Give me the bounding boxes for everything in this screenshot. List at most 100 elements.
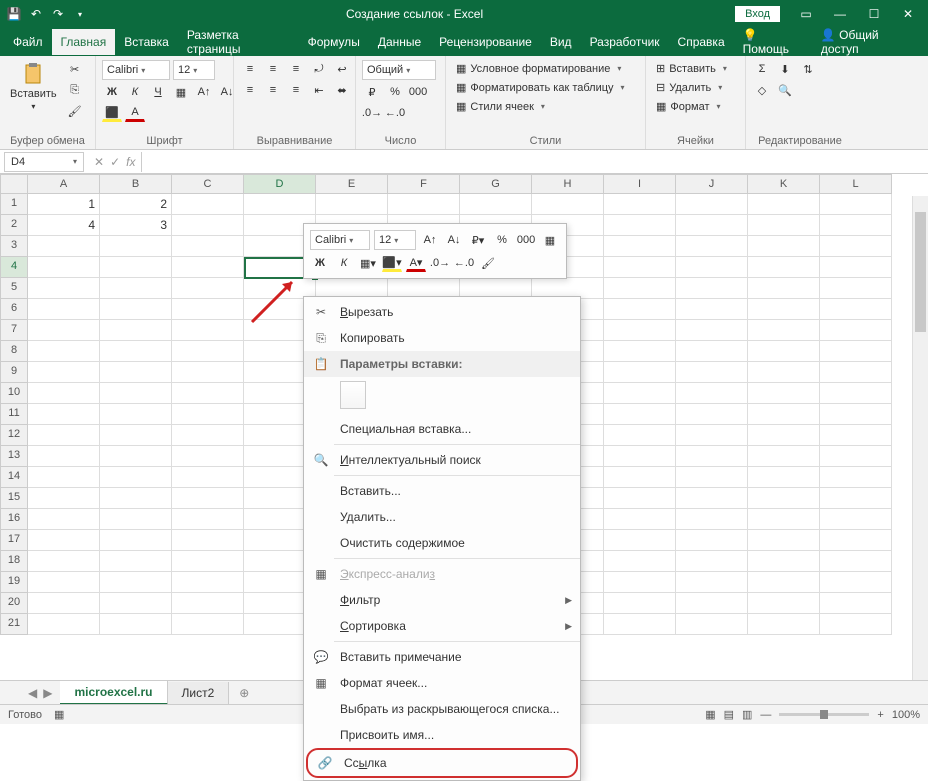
cell-J10[interactable] <box>676 383 748 404</box>
cell-J13[interactable] <box>676 446 748 467</box>
border-button[interactable]: ▦ <box>171 83 191 101</box>
cell-I19[interactable] <box>604 572 676 593</box>
cell-B2[interactable]: 3 <box>100 215 172 236</box>
cell-B21[interactable] <box>100 614 172 635</box>
cell-A13[interactable] <box>28 446 100 467</box>
menu-copy[interactable]: ⎘Копировать <box>304 325 580 351</box>
cell-I11[interactable] <box>604 404 676 425</box>
menu-smart-lookup[interactable]: 🔍Интеллектуальный поиск <box>304 447 580 473</box>
cell-K16[interactable] <box>748 509 820 530</box>
cell-C13[interactable] <box>172 446 244 467</box>
cell-C5[interactable] <box>172 278 244 299</box>
sign-in-button[interactable]: Вход <box>735 6 780 22</box>
cell-A12[interactable] <box>28 425 100 446</box>
menu-insert[interactable]: Вставить... <box>304 478 580 504</box>
row-header-8[interactable]: 8 <box>0 341 28 362</box>
conditional-formatting-button[interactable]: ▦ Условное форматирование ▾ <box>452 60 625 77</box>
mini-bold-icon[interactable]: Ж <box>310 254 330 272</box>
cell-L1[interactable] <box>820 194 892 215</box>
tab-help[interactable]: Справка <box>669 29 734 55</box>
vertical-scrollbar[interactable] <box>912 196 928 680</box>
sort-filter-icon[interactable]: ⇅ <box>798 60 818 78</box>
row-header-21[interactable]: 21 <box>0 614 28 635</box>
cell-J20[interactable] <box>676 593 748 614</box>
view-page-break-icon[interactable]: ▥ <box>742 708 752 721</box>
align-top-icon[interactable]: ≡ <box>240 60 260 78</box>
cell-L9[interactable] <box>820 362 892 383</box>
cell-L2[interactable] <box>820 215 892 236</box>
wrap-text-icon[interactable]: ↩ <box>332 60 352 78</box>
cell-A21[interactable] <box>28 614 100 635</box>
cell-J6[interactable] <box>676 299 748 320</box>
delete-cells-button[interactable]: ⊟ Удалить ▾ <box>652 79 726 96</box>
row-header-11[interactable]: 11 <box>0 404 28 425</box>
cell-L7[interactable] <box>820 320 892 341</box>
cell-C8[interactable] <box>172 341 244 362</box>
font-size-combo[interactable]: 12▾ <box>173 60 215 80</box>
cell-B12[interactable] <box>100 425 172 446</box>
cell-C20[interactable] <box>172 593 244 614</box>
zoom-in-icon[interactable]: + <box>877 709 883 721</box>
cell-L6[interactable] <box>820 299 892 320</box>
cell-J17[interactable] <box>676 530 748 551</box>
percent-icon[interactable]: % <box>385 83 405 101</box>
mini-comma-icon[interactable]: 000 <box>516 231 536 249</box>
align-center-icon[interactable]: ≡ <box>263 81 283 99</box>
cell-I13[interactable] <box>604 446 676 467</box>
col-header-E[interactable]: E <box>316 174 388 194</box>
col-header-I[interactable]: I <box>604 174 676 194</box>
cell-L11[interactable] <box>820 404 892 425</box>
cell-I3[interactable] <box>604 236 676 257</box>
cell-I16[interactable] <box>604 509 676 530</box>
menu-sort[interactable]: Сортировка▶ <box>304 613 580 639</box>
insert-cells-button[interactable]: ⊞ Вставить ▾ <box>652 60 731 77</box>
cell-C21[interactable] <box>172 614 244 635</box>
tab-nav-prev-icon[interactable]: ◀ <box>28 686 37 700</box>
cell-J21[interactable] <box>676 614 748 635</box>
align-left-icon[interactable]: ≡ <box>240 81 260 99</box>
cell-J5[interactable] <box>676 278 748 299</box>
cell-A11[interactable] <box>28 404 100 425</box>
cell-K2[interactable] <box>748 215 820 236</box>
format-as-table-button[interactable]: ▦ Форматировать как таблицу ▾ <box>452 79 629 96</box>
col-header-B[interactable]: B <box>100 174 172 194</box>
col-header-D[interactable]: D <box>244 174 316 194</box>
mini-shrink-font-icon[interactable]: A↓ <box>444 231 464 249</box>
cell-A20[interactable] <box>28 593 100 614</box>
cell-B14[interactable] <box>100 467 172 488</box>
mini-percent-icon[interactable]: % <box>492 231 512 249</box>
cell-K14[interactable] <box>748 467 820 488</box>
cell-styles-button[interactable]: ▦ Стили ячеек ▾ <box>452 98 549 115</box>
mini-italic-icon[interactable]: К <box>334 254 354 272</box>
cell-J4[interactable] <box>676 257 748 278</box>
row-header-4[interactable]: 4 <box>0 257 28 278</box>
tab-insert[interactable]: Вставка <box>115 29 178 55</box>
cell-A2[interactable]: 4 <box>28 215 100 236</box>
cell-C12[interactable] <box>172 425 244 446</box>
name-box[interactable]: D4▾ <box>4 152 84 172</box>
cell-L12[interactable] <box>820 425 892 446</box>
cell-C19[interactable] <box>172 572 244 593</box>
tab-developer[interactable]: Разработчик <box>581 29 669 55</box>
view-normal-icon[interactable]: ▦ <box>705 708 715 721</box>
cell-K8[interactable] <box>748 341 820 362</box>
row-header-14[interactable]: 14 <box>0 467 28 488</box>
zoom-slider[interactable] <box>779 713 869 716</box>
row-header-3[interactable]: 3 <box>0 236 28 257</box>
cell-I12[interactable] <box>604 425 676 446</box>
cell-I15[interactable] <box>604 488 676 509</box>
cell-B3[interactable] <box>100 236 172 257</box>
cell-C1[interactable] <box>172 194 244 215</box>
col-header-F[interactable]: F <box>388 174 460 194</box>
mini-decimal-inc-icon[interactable]: .0→ <box>430 254 450 272</box>
tab-formulas[interactable]: Формулы <box>299 29 369 55</box>
merge-icon[interactable]: ⬌ <box>332 81 352 99</box>
cell-K21[interactable] <box>748 614 820 635</box>
mini-fill-icon[interactable]: ⬛▾ <box>382 254 402 272</box>
cell-J11[interactable] <box>676 404 748 425</box>
qat-more-icon[interactable]: ▾ <box>72 6 88 22</box>
cell-C6[interactable] <box>172 299 244 320</box>
cell-A9[interactable] <box>28 362 100 383</box>
inc-decimal-icon[interactable]: .0→ <box>362 104 382 122</box>
cell-B16[interactable] <box>100 509 172 530</box>
